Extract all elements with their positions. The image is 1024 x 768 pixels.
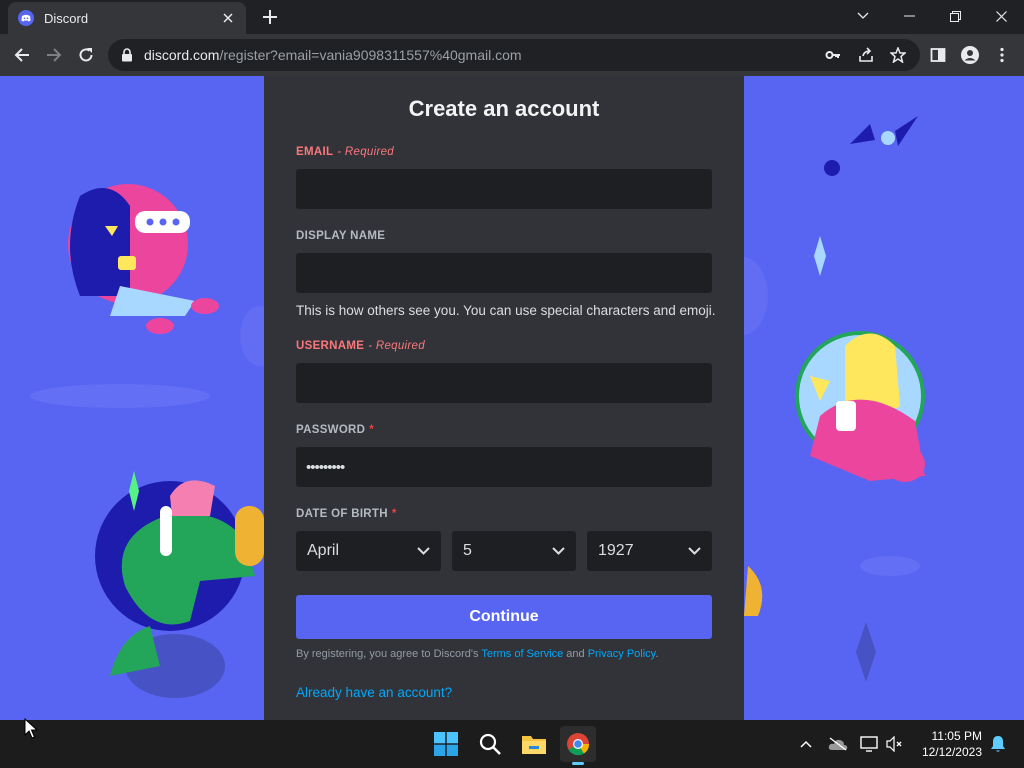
character-illustration-left-top (68, 184, 219, 334)
back-icon[interactable] (8, 41, 36, 69)
required-text: - Required (337, 146, 394, 158)
required-text: - Required (368, 340, 425, 352)
volume-muted-icon[interactable] (880, 726, 910, 762)
clock-time: 11:05 PM (931, 729, 982, 743)
page-title: Create an account (408, 96, 600, 121)
continue-button[interactable]: Continue (296, 595, 712, 639)
chevron-down-icon (417, 547, 430, 555)
register-card: Create an account EMAIL - Required DISPLA… (264, 76, 744, 720)
side-panel-icon[interactable] (924, 41, 952, 69)
browser-title-bar: Discord (0, 0, 1024, 34)
key-icon[interactable] (819, 41, 847, 69)
email-field[interactable] (296, 169, 712, 209)
forward-icon[interactable] (40, 41, 68, 69)
windows-taskbar: 11:05 PM 12/12/2023 (0, 718, 1024, 768)
day-select[interactable]: 5 (452, 531, 576, 571)
bell-icon[interactable] (984, 726, 1012, 762)
file-explorer-icon[interactable] (516, 726, 552, 762)
system-clock[interactable]: 11:05 PM 12/12/2023 (922, 728, 982, 760)
username-label: USERNAME - Required (296, 340, 425, 352)
windows-start-icon[interactable] (428, 726, 464, 762)
chrome-icon[interactable] (560, 726, 596, 765)
chevron-down-icon (688, 547, 701, 555)
day-value: 5 (463, 542, 472, 559)
lock-icon[interactable] (120, 48, 134, 62)
password-label: PASSWORD * (296, 424, 375, 436)
restore-icon[interactable] (932, 0, 978, 32)
sparkle-decoration (856, 622, 876, 682)
profile-icon[interactable] (956, 41, 984, 69)
required-star: * (369, 424, 375, 436)
login-link[interactable]: Already have an account? (296, 685, 452, 700)
reload-icon[interactable] (72, 41, 100, 69)
search-icon[interactable] (472, 726, 508, 762)
plus-icon[interactable] (258, 5, 282, 29)
display-name-label: DISPLAY NAME (296, 230, 386, 242)
email-label: EMAIL - Required (296, 146, 394, 158)
required-star: * (391, 508, 397, 520)
mouse-cursor-icon (24, 718, 38, 739)
discord-icon (18, 10, 34, 26)
url-text[interactable]: discord.com/register?email=vania90983115… (144, 47, 522, 63)
close-icon[interactable] (220, 10, 236, 26)
share-icon[interactable] (852, 41, 880, 69)
character-illustration-partial (744, 566, 763, 616)
star-icon[interactable] (884, 41, 912, 69)
display-name-field[interactable] (296, 253, 712, 293)
browser-toolbar: discord.com/register?email=vania90983115… (0, 34, 1024, 76)
onedrive-icon[interactable] (820, 726, 856, 762)
password-field[interactable] (296, 447, 712, 487)
chevron-down-icon[interactable] (840, 0, 886, 32)
chevron-up-icon[interactable] (788, 726, 824, 762)
clock-date: 12/12/2023 (921, 745, 982, 759)
privacy-policy-link[interactable]: Privacy Policy (588, 648, 656, 660)
sparkle-decoration (814, 236, 826, 276)
chevron-down-icon (552, 547, 565, 555)
minimize-icon[interactable] (886, 0, 932, 32)
bat-illustration (824, 116, 918, 176)
date-of-birth-label: DATE OF BIRTH * (296, 508, 397, 520)
address-bar[interactable]: discord.com/register?email=vania90983115… (108, 39, 920, 71)
character-illustration-right (795, 331, 925, 482)
browser-tab[interactable]: Discord (8, 2, 246, 34)
terms-notice: By registering, you agree to Discord's T… (296, 648, 659, 660)
display-name-hint: This is how others see you. You can use … (296, 303, 716, 318)
close-icon[interactable] (978, 0, 1024, 32)
tab-title: Discord (44, 10, 89, 26)
discord-register-page: Create an account EMAIL - Required DISPLA… (0, 76, 1024, 720)
year-value: 1927 (598, 542, 634, 559)
terms-of-service-link[interactable]: Terms of Service (481, 648, 563, 660)
month-value: April (307, 542, 340, 559)
username-field[interactable] (296, 363, 712, 403)
character-illustration-left-bottom (95, 471, 264, 698)
month-select[interactable]: April (296, 531, 441, 571)
kebab-menu-icon[interactable] (988, 41, 1016, 69)
year-select[interactable]: 1927 (587, 531, 712, 571)
